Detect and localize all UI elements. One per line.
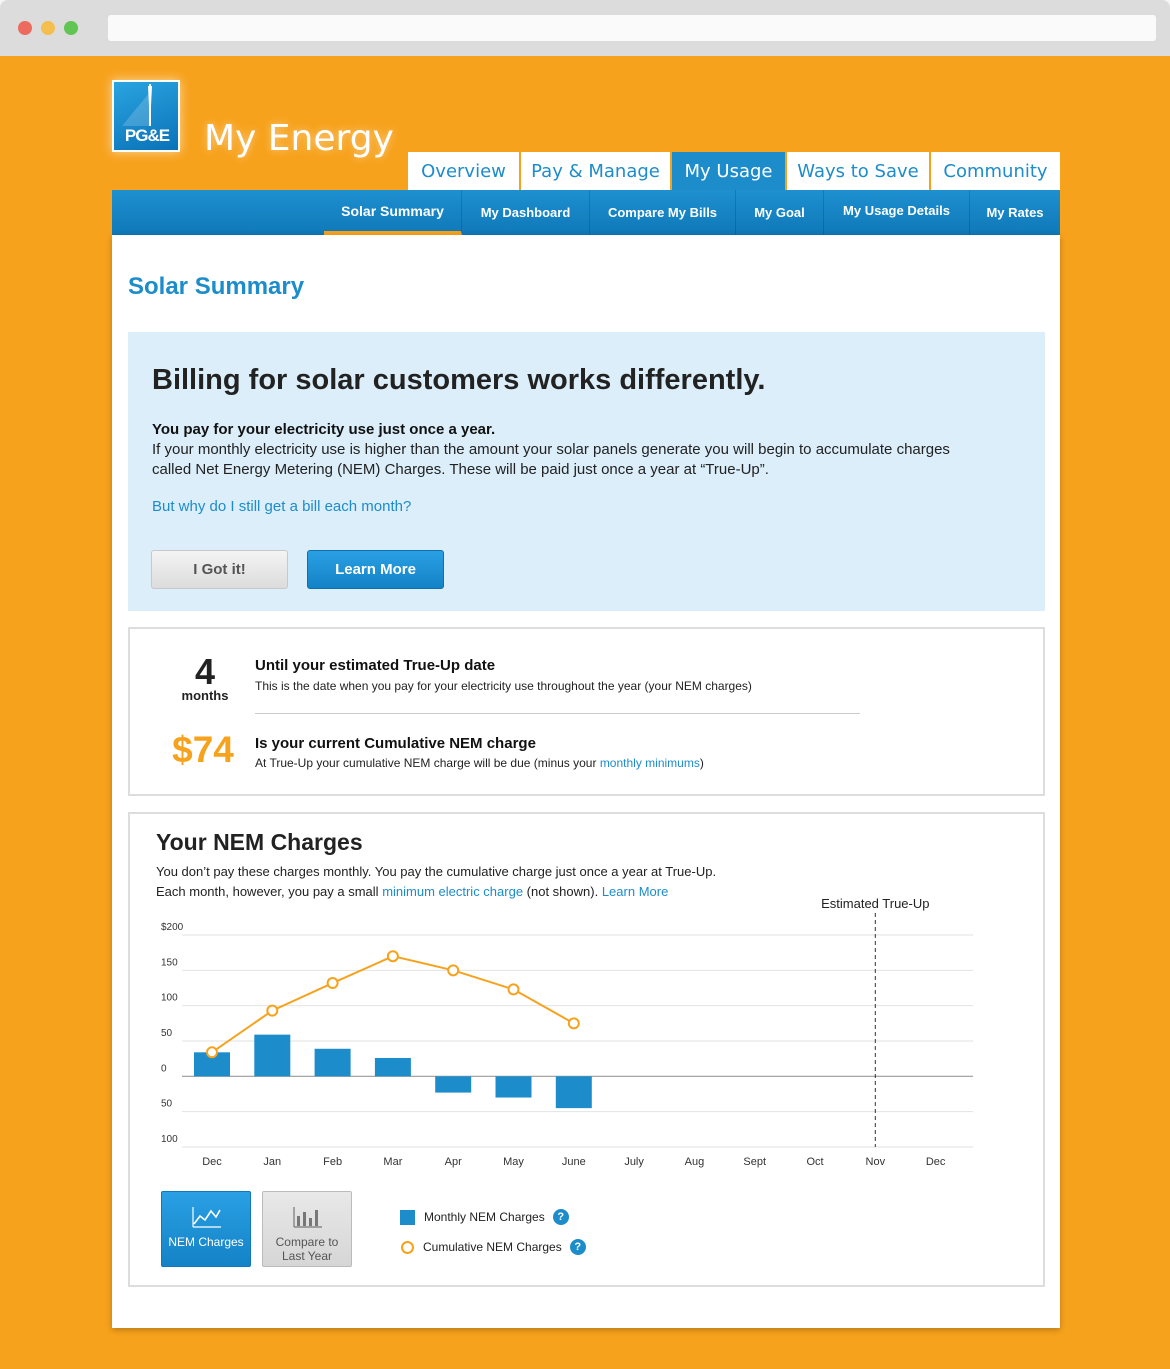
monthly-nem-bar <box>435 1076 472 1093</box>
y-tick-label: 100 <box>161 1134 178 1145</box>
compare-label-line1: Compare to <box>275 1235 339 1249</box>
main-nav-tabs: Overview Pay & Manage My Usage Ways to S… <box>408 152 1060 190</box>
x-tick-label: Mar <box>383 1156 402 1168</box>
nem-charges-view-button[interactable]: NEM Charges <box>161 1191 251 1267</box>
monthly-nem-bar <box>254 1034 291 1077</box>
content-panel: Solar Summary Billing for solar customer… <box>112 235 1060 1328</box>
x-tick-label: Feb <box>323 1156 342 1168</box>
legend-cumulative: Cumulative NEM Charges ? <box>400 1239 586 1255</box>
tab-pay-manage[interactable]: Pay & Manage <box>521 152 672 190</box>
x-tick-label: Jan <box>263 1156 281 1168</box>
x-tick-label: Sept <box>743 1156 766 1168</box>
nem-charges-chart: $200 150 100 50 0 50 100 Dec Jan Feb Mar Apr May June… <box>161 896 973 1168</box>
sub-nav: Solar Summary My Dashboard Compare My Bi… <box>112 190 1060 235</box>
monthly-nem-bar <box>555 1076 592 1109</box>
nem-charges-view-label: NEM Charges <box>168 1235 244 1249</box>
info-heading: Billing for solar customers works differ… <box>152 364 766 396</box>
nem-charge-title: Is your current Cumulative NEM charge <box>255 735 536 752</box>
x-tick-label: Oct <box>806 1156 823 1168</box>
cumulative-nem-point <box>266 1004 279 1017</box>
minimize-window-icon[interactable] <box>41 21 55 35</box>
subnav-my-dashboard[interactable]: My Dashboard <box>462 190 590 235</box>
x-tick-label: Aug <box>685 1156 705 1168</box>
legend-monthly-swatch <box>400 1209 415 1225</box>
legend-monthly: Monthly NEM Charges ? <box>400 1209 569 1225</box>
cumulative-nem-point <box>206 1046 218 1059</box>
tab-my-usage[interactable]: My Usage <box>672 152 787 190</box>
x-tick-label: May <box>503 1156 524 1168</box>
y-tick-label: $200 <box>161 922 184 933</box>
x-tick-label: Dec <box>202 1156 222 1168</box>
subnav-compare-my-bills[interactable]: Compare My Bills <box>590 190 736 235</box>
y-tick-label: 50 <box>161 1028 173 1039</box>
line-chart-icon <box>192 1207 221 1228</box>
monthly-help-icon[interactable]: ? <box>552 1209 569 1225</box>
info-body: If your monthly electricity use is highe… <box>152 441 950 478</box>
bar-chart-icon <box>293 1207 322 1228</box>
learn-more-button[interactable]: Learn More <box>307 550 444 589</box>
maximize-window-icon[interactable] <box>64 21 78 35</box>
legend-monthly-label: Monthly NEM Charges <box>424 1210 545 1224</box>
x-tick-label: Dec <box>926 1156 946 1168</box>
nem-desc-text: At True-Up your cumulative NEM charge wi… <box>255 756 600 770</box>
nem-desc-close: ) <box>699 756 704 770</box>
compare-last-year-button[interactable]: Compare to Last Year <box>262 1191 352 1267</box>
info-subheading: You pay for your electricity use just on… <box>152 421 496 438</box>
subnav-my-goal[interactable]: My Goal <box>736 190 824 235</box>
y-tick-label: 50 <box>161 1099 173 1110</box>
cumulative-nem-point <box>507 983 520 996</box>
tab-community[interactable]: Community <box>931 152 1060 190</box>
true-up-stats-box: 4 months Until your estimated True-Up da… <box>128 627 1045 796</box>
y-tick-label: 0 <box>161 1063 167 1074</box>
nem-charge-description: At True-Up your cumulative NEM charge wi… <box>255 756 704 770</box>
months-until-true-up: 4 <box>194 651 216 692</box>
x-tick-label: Nov <box>866 1156 886 1168</box>
subnav-my-usage-details[interactable]: My Usage Details <box>824 190 970 235</box>
legend-cumulative-label: Cumulative NEM Charges <box>423 1240 562 1254</box>
y-tick-label: 150 <box>161 957 178 968</box>
cumulative-nem-point <box>326 977 339 990</box>
y-tick-label: 100 <box>161 993 178 1004</box>
months-label: months <box>181 688 229 703</box>
subnav-my-rates[interactable]: My Rates <box>970 190 1060 235</box>
stats-divider <box>255 713 860 714</box>
why-bill-link[interactable]: But why do I still get a bill each month… <box>152 498 411 515</box>
close-window-icon[interactable] <box>18 21 32 35</box>
x-tick-label: June <box>562 1156 586 1168</box>
subnav-solar-summary[interactable]: Solar Summary <box>324 190 462 235</box>
browser-chrome <box>0 0 1170 56</box>
cumulative-nem-amount: $74 <box>172 729 234 770</box>
cumulative-nem-point <box>447 964 460 977</box>
cumulative-nem-point <box>567 1017 580 1030</box>
legend-cumulative-swatch <box>401 1240 414 1254</box>
i-got-it-button[interactable]: I Got it! <box>151 550 288 589</box>
compare-label-line2: Last Year <box>281 1249 333 1263</box>
true-up-description: This is the date when you pay for your e… <box>255 679 752 693</box>
monthly-nem-bar <box>495 1076 532 1098</box>
x-tick-label: Apr <box>445 1156 462 1168</box>
tab-ways-to-save[interactable]: Ways to Save <box>787 152 931 190</box>
true-up-title: Until your estimated True-Up date <box>255 657 496 674</box>
address-bar[interactable] <box>108 15 1156 41</box>
cumulative-nem-point <box>386 950 399 963</box>
x-tick-label: July <box>624 1156 644 1168</box>
monthly-nem-bar <box>314 1048 351 1077</box>
pge-logo[interactable]: PG&E <box>112 80 180 152</box>
monthly-nem-bar <box>374 1057 411 1077</box>
logo-text: PG&E <box>124 126 170 145</box>
cumulative-help-icon[interactable]: ? <box>569 1239 586 1255</box>
page-title: Solar Summary <box>128 273 305 300</box>
tab-overview[interactable]: Overview <box>408 152 521 190</box>
true-up-marker-label: Estimated True-Up <box>821 896 929 911</box>
solar-billing-info-box: Billing for solar customers works differ… <box>128 332 1045 611</box>
monthly-minimums-link[interactable]: monthly minimums <box>600 756 700 770</box>
app-title: My Energy <box>204 118 394 159</box>
nem-charges-section: Your NEM Charges You don’t pay these cha… <box>128 812 1045 1287</box>
